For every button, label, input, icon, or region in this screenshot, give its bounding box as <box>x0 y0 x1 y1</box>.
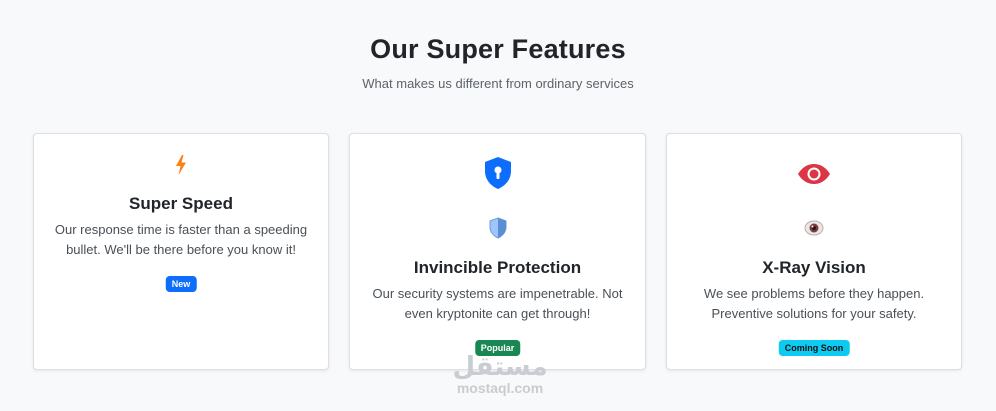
lightning-icon <box>176 155 186 175</box>
card-title: X-Ray Vision <box>762 258 866 277</box>
section-title: Our Super Features <box>370 34 626 64</box>
feature-card-x-ray-vision: X-Ray Vision We see problems before they… <box>666 133 962 370</box>
card-description: We see problems before they happen. Prev… <box>703 286 925 321</box>
watermark-latin: mostaql.com <box>456 380 544 396</box>
eye-icon <box>798 164 830 184</box>
shield-emoji-icon <box>489 217 506 239</box>
status-badge: New <box>165 276 197 292</box>
card-description: Our security systems are impenetrable. N… <box>372 286 623 321</box>
card-title: Super Speed <box>129 194 233 213</box>
feature-card-super-speed: Super Speed Our response time is faster … <box>33 133 329 370</box>
card-title: Invincible Protection <box>413 258 582 277</box>
status-badge: Popular <box>474 340 521 356</box>
features-section: Our Super Features What makes us differe… <box>0 0 996 411</box>
card-description: Our response time is faster than a speed… <box>54 222 308 257</box>
feature-card-invincible-protection: Invincible Protection Our security syste… <box>349 133 646 370</box>
shield-keyhole-icon <box>484 157 511 189</box>
status-badge: Coming Soon <box>778 340 850 356</box>
section-subtitle: What makes us different from ordinary se… <box>362 76 634 91</box>
eye-emoji-icon <box>804 220 824 236</box>
